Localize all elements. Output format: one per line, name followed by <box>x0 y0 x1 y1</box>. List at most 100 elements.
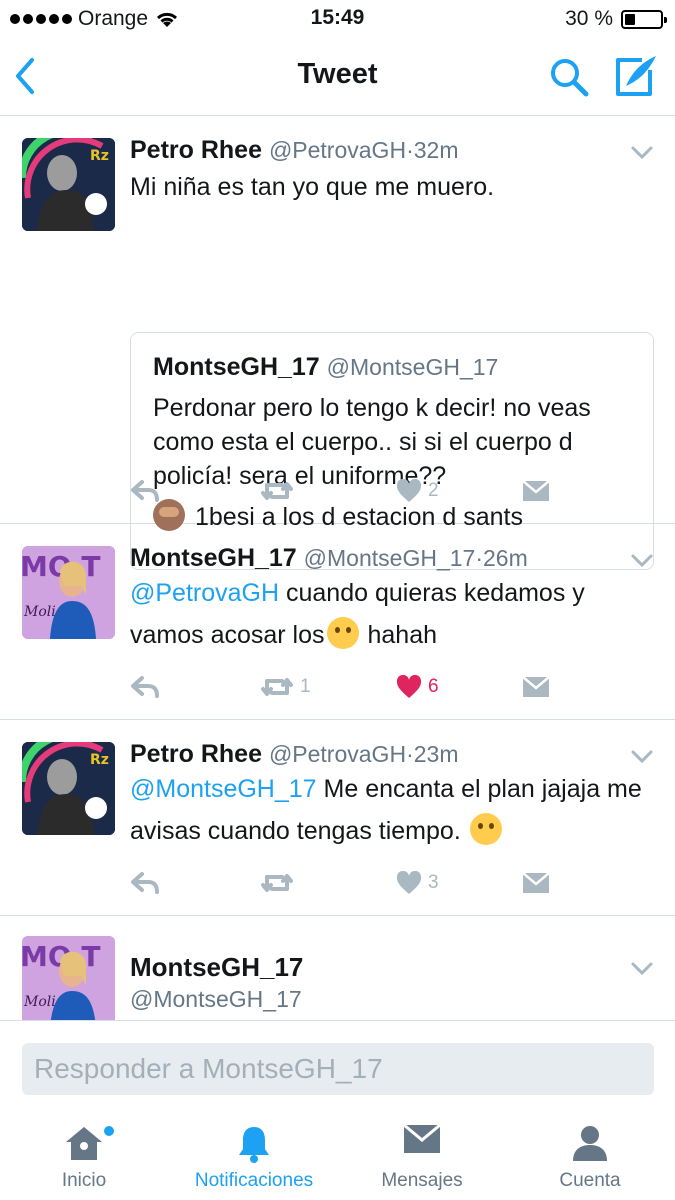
mention-link[interactable]: @PetrovaGH <box>130 579 279 607</box>
envelope-icon <box>522 872 550 893</box>
user-name[interactable]: Petro Rhee <box>130 136 262 164</box>
svg-text:Moli: Moli <box>23 604 56 620</box>
like-count: 6 <box>428 676 439 697</box>
tab-notificaciones[interactable]: Notificaciones <box>176 1106 332 1200</box>
direct-message-button[interactable] <box>522 476 550 506</box>
status-bar: Orange 15:49 30 % <box>0 0 675 38</box>
tweet-text: Mi niña es tan yo que me muero. <box>130 173 495 201</box>
reply-icon <box>131 480 159 502</box>
battery-percent: 30 % <box>565 7 613 30</box>
retweet-icon <box>261 874 293 892</box>
tweet-actions: 2 <box>130 476 570 506</box>
search-icon[interactable] <box>548 56 590 98</box>
avatar[interactable]: Rz <box>22 138 115 231</box>
quoted-tweet-text: Perdonar pero lo tengo k decir! no veas … <box>153 391 633 534</box>
quoted-tweet-header: MontseGH_17 @MontseGH_17 <box>153 353 498 382</box>
like-button[interactable]: 6 <box>396 672 439 702</box>
tab-bar: Inicio Notificaciones Mensajes Cuenta <box>0 1106 675 1200</box>
tab-label: Inicio <box>61 1170 107 1191</box>
envelope-icon <box>522 480 550 501</box>
navigation-bar: Tweet <box>0 38 675 116</box>
envelope-icon <box>403 1124 441 1153</box>
reply-button[interactable] <box>130 868 160 898</box>
tweet-time: 26m <box>483 545 528 571</box>
person-icon <box>573 1126 607 1161</box>
tab-label: Cuenta <box>559 1170 621 1191</box>
retweet-icon <box>261 482 293 500</box>
quoted-user-name: MontseGH_17 <box>153 353 320 381</box>
mention-link[interactable]: @MontseGH_17 <box>130 775 317 803</box>
separator: · <box>406 741 414 767</box>
heart-icon <box>396 675 422 698</box>
envelope-icon <box>522 676 550 697</box>
tab-label: Notificaciones <box>194 1170 314 1191</box>
reply-button[interactable] <box>130 476 160 506</box>
chevron-down-icon[interactable] <box>631 962 653 976</box>
tweet-item[interactable]: Rz Petro Rhee @PetrovaGH·23m @MontseGH_1… <box>0 720 675 916</box>
tweet-header: MontseGH_17 @MontseGH_17·26m <box>130 544 528 573</box>
tweet-actions: 1 6 <box>130 672 570 702</box>
user-handle[interactable]: @MontseGH_17 <box>304 545 476 571</box>
reply-button[interactable] <box>130 672 160 702</box>
like-button[interactable]: 3 <box>396 868 439 898</box>
user-handle[interactable]: @MontseGH_17 <box>130 986 302 1013</box>
chevron-down-icon[interactable] <box>631 554 653 568</box>
tweet-item[interactable]: Rz Petro Rhee @PetrovaGH·32m Mi niña es … <box>0 116 675 570</box>
avatar[interactable]: MO T Moli <box>22 546 115 639</box>
user-name[interactable]: MontseGH_17 <box>130 544 297 572</box>
svg-text:Rz: Rz <box>90 148 109 164</box>
reply-icon <box>131 676 159 698</box>
tweet-text-part: hahah <box>360 621 437 649</box>
retweet-button[interactable] <box>260 868 300 898</box>
avatar-image: MO T Moli <box>22 546 115 639</box>
reply-input[interactable] <box>22 1043 654 1095</box>
avatar[interactable]: Rz <box>22 742 115 835</box>
avatar-image: MO T Moli <box>22 936 115 1020</box>
tweet-time: 32m <box>413 137 459 163</box>
tweet-item[interactable]: MO T Moli MontseGH_17 @MontseGH_17·26m @… <box>0 524 675 720</box>
tab-label: Mensajes <box>381 1170 463 1191</box>
separator: · <box>406 137 414 163</box>
avatar-image: Rz <box>22 138 115 231</box>
retweet-count: 1 <box>300 676 311 697</box>
reply-icon <box>131 872 159 894</box>
main-tweet[interactable]: MO T Moli MontseGH_17 @MontseGH_17 <box>0 916 675 1020</box>
quoted-user-handle: @MontseGH_17 <box>326 354 499 380</box>
chevron-down-icon[interactable] <box>631 750 653 764</box>
retweet-icon <box>261 678 293 696</box>
retweet-button[interactable]: 1 <box>260 672 311 702</box>
svg-text:Rz: Rz <box>90 752 109 768</box>
tweet-text: @MontseGH_17 Me encanta el plan jajaja m… <box>130 768 650 852</box>
avatar[interactable]: MO T Moli <box>22 936 115 1020</box>
tab-inicio[interactable]: Inicio <box>34 1106 134 1200</box>
separator: · <box>475 545 483 571</box>
battery-status: 30 % <box>565 7 667 31</box>
bell-icon <box>239 1127 269 1163</box>
svg-text:Moli: Moli <box>23 994 56 1010</box>
chevron-down-icon[interactable] <box>631 146 653 160</box>
user-handle[interactable]: @PetrovaGH <box>269 741 406 767</box>
user-name[interactable]: MontseGH_17 <box>130 952 303 983</box>
avatar-image: Rz <box>22 742 115 835</box>
direct-message-button[interactable] <box>522 672 550 702</box>
compose-tweet-icon[interactable] <box>612 54 658 98</box>
user-handle[interactable]: @PetrovaGH <box>269 137 406 163</box>
home-icon <box>66 1127 102 1160</box>
winking-face-emoji <box>326 617 359 649</box>
tab-cuenta[interactable]: Cuenta <box>540 1106 640 1200</box>
tweet-actions: 3 <box>130 868 570 898</box>
tweet-text: @PetrovaGH cuando quieras kedamos y vamo… <box>130 572 650 656</box>
tweet-header: Petro Rhee @PetrovaGH·32m <box>130 136 458 165</box>
user-name[interactable]: Petro Rhee <box>130 740 262 768</box>
retweet-button[interactable] <box>260 476 300 506</box>
new-content-dot <box>104 1126 114 1136</box>
reply-bar <box>0 1020 675 1106</box>
like-count: 2 <box>428 480 439 501</box>
tweet-time: 23m <box>413 741 459 767</box>
smiling-face-emoji <box>469 813 502 845</box>
heart-icon <box>396 479 422 502</box>
direct-message-button[interactable] <box>522 868 550 898</box>
tab-mensajes[interactable]: Mensajes <box>372 1106 472 1200</box>
battery-icon <box>621 9 667 29</box>
like-button[interactable]: 2 <box>396 476 439 506</box>
